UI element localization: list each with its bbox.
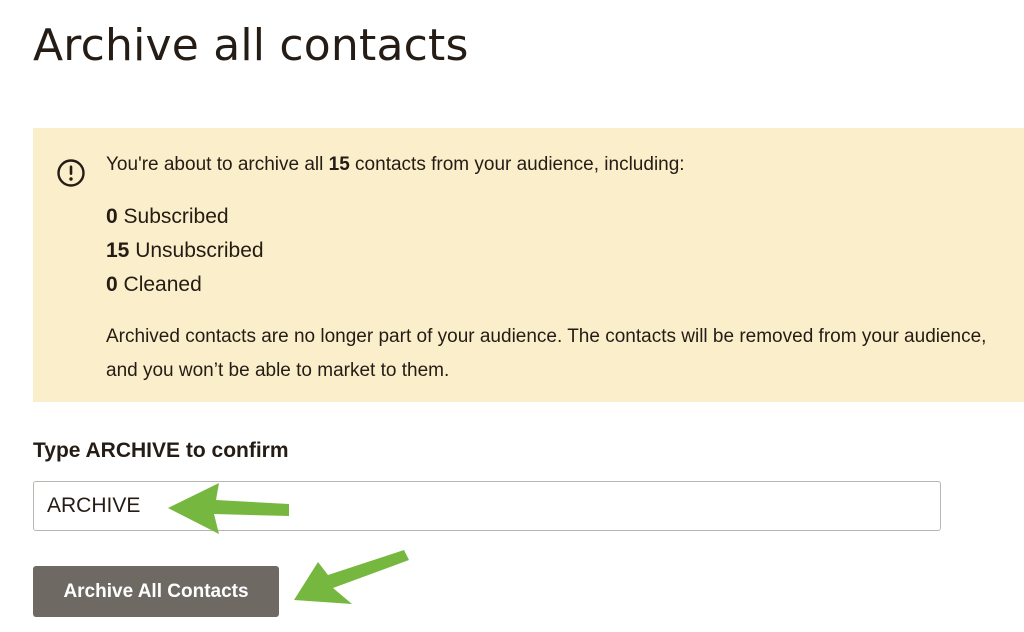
intro-suffix: contacts from your audience, including: <box>349 154 685 175</box>
contact-counts: 0 Subscribed 15 Unsubscribed 0 Cleaned <box>106 200 1011 302</box>
warning-intro: You're about to archive all 15 contacts … <box>106 150 1011 180</box>
archive-all-contacts-button[interactable]: Archive All Contacts <box>33 566 279 617</box>
confirm-label: Type ARCHIVE to confirm <box>33 439 289 462</box>
warning-content: You're about to archive all 15 contacts … <box>106 150 1011 388</box>
count-label: Unsubscribed <box>129 239 264 262</box>
green-arrow-icon <box>294 550 409 604</box>
count-value: 0 <box>106 273 118 296</box>
archive-contacts-page: Archive all contacts You're about to arc… <box>0 0 1024 632</box>
count-cleaned: 0 Cleaned <box>106 268 1011 302</box>
count-label: Subscribed <box>117 205 229 228</box>
page-title: Archive all contacts <box>33 20 469 71</box>
warning-banner: You're about to archive all 15 contacts … <box>33 128 1024 402</box>
count-label: Cleaned <box>117 273 202 296</box>
intro-count: 15 <box>328 154 350 175</box>
count-unsubscribed: 15 Unsubscribed <box>106 234 1011 268</box>
count-subscribed: 0 Subscribed <box>106 200 1011 234</box>
confirm-archive-input[interactable] <box>33 481 941 531</box>
count-value: 0 <box>106 205 118 228</box>
warning-description: Archived contacts are no longer part of … <box>106 326 987 381</box>
count-value: 15 <box>106 239 130 262</box>
alert-circle-icon <box>57 159 85 187</box>
intro-prefix: You're about to archive all <box>106 154 329 175</box>
